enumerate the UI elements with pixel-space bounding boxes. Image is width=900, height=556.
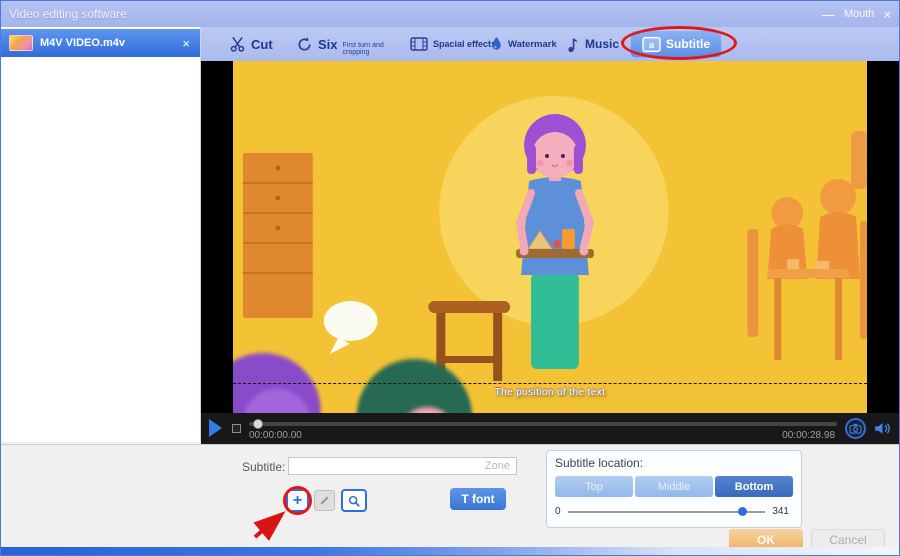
caption-icon-glyph: a [649,40,655,51]
location-middle-button[interactable]: Middle [635,476,713,497]
video-frame: The position of the text [233,61,867,413]
magnifier-icon [347,494,361,508]
subtitle-location-panel: Subtitle location: Top Middle Bottom 0 3… [546,450,802,528]
tab-watermark[interactable]: Watermark [490,32,557,56]
titlebar-extra-text: Mouth [844,8,875,20]
location-slider-min: 0 [555,506,561,517]
titlebar: Video editing software — Mouth × [1,1,899,27]
font-button[interactable]: T font [450,488,506,510]
file-close-icon[interactable]: × [180,36,192,51]
playback-bar: 00:00:00.00 00:00:28.98 [201,413,899,444]
tab-music-label: Music [585,37,619,51]
video-preview: The position of the text [201,61,899,413]
file-item[interactable]: M4V VIDEO.m4v × [1,29,200,57]
location-segmented-control: Top Middle Bottom [555,476,793,497]
camera-icon [849,423,862,434]
location-top-button[interactable]: Top [555,476,633,497]
film-strip-icon [410,37,428,51]
snapshot-button[interactable] [845,418,866,439]
stop-button[interactable] [232,424,241,433]
tab-rotate-label: Six [318,37,338,52]
location-slider[interactable] [568,511,766,513]
seek-slider[interactable] [249,422,837,426]
tab-subtitle[interactable]: a Subtitle [630,30,722,58]
play-triangle-icon [209,419,222,437]
tab-special-effects[interactable]: Spacial effects [410,32,496,56]
search-subtitle-button[interactable] [341,489,367,512]
location-slider-row: 0 341 [555,506,789,517]
tab-subtitle-label: Subtitle [666,37,710,51]
speaker-icon [874,420,891,437]
file-list-sidebar: M4V VIDEO.m4v × [1,27,201,442]
add-subtitle-button[interactable]: + [286,489,309,512]
tab-rotate-sublabel: First turn and cropping [343,42,405,57]
current-time: 00:00:00.00 [249,430,302,441]
tab-music[interactable]: Music [567,32,619,56]
edit-subtitle-button[interactable] [314,490,335,511]
app-window: Video editing software — Mouth × M4V VID… [0,0,900,556]
video-frame-image [233,61,867,413]
tab-effects-label: Spacial effects [433,39,496,49]
bottom-accent-strip [1,547,899,555]
location-slider-max: 341 [772,506,789,517]
water-drop-icon [490,36,503,52]
minimize-button[interactable]: — [822,8,835,21]
tab-rotate-crop[interactable]: Six First turn and cropping [296,32,405,56]
total-time: 00:00:28.98 [782,430,835,441]
subtitle-overlay-text: The position of the text [233,387,867,398]
subtitle-settings-panel: Subtitle: + T font Subtitle location: To… [1,444,899,549]
tab-cut-label: Cut [251,37,273,52]
subtitle-text-input[interactable] [288,457,517,475]
location-bottom-button[interactable]: Bottom [715,476,793,497]
tab-cut[interactable]: Cut [229,32,273,56]
window-controls: — Mouth × [822,8,891,21]
location-slider-handle[interactable] [738,507,747,516]
close-button[interactable]: × [883,8,891,21]
music-note-icon [567,36,580,53]
subtitle-label: Subtitle: [242,460,285,474]
window-title: Video editing software [9,7,127,21]
subtitle-location-label: Subtitle location: [555,456,643,470]
rotate-arrow-icon [296,36,313,53]
tab-watermark-label: Watermark [508,39,557,50]
file-thumbnail [9,35,33,51]
play-button[interactable] [209,419,223,437]
seek-slider-handle[interactable] [253,419,263,429]
pencil-icon [318,494,331,507]
scissors-icon [229,36,246,53]
volume-button[interactable] [874,420,891,437]
toolbar: Cut Six First turn and cropping Spacial … [201,27,899,61]
caption-frame-icon: a [642,36,661,53]
subtitle-position-zone[interactable]: The position of the text [233,383,867,413]
file-name: M4V VIDEO.m4v [40,37,173,49]
